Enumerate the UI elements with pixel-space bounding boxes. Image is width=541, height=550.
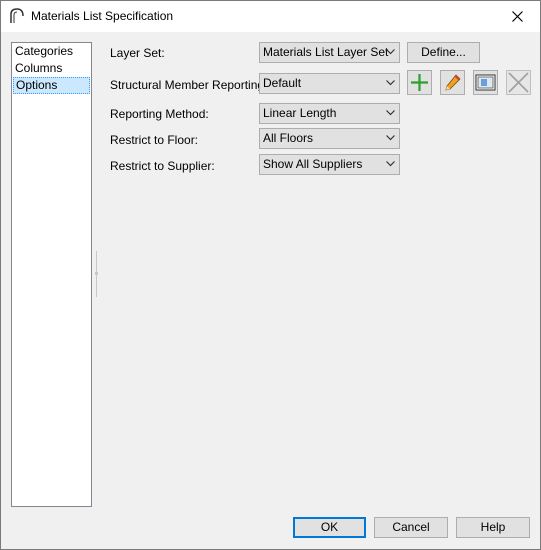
reporting-method-label: Reporting Method: [110,107,209,121]
ok-button[interactable]: OK [293,517,366,538]
chevron-down-icon [386,161,395,167]
title-bar: Materials List Specification [1,1,540,32]
help-button[interactable]: Help [456,517,530,538]
layer-set-label: Layer Set: [110,46,165,60]
chevron-down-icon [386,80,395,86]
structural-member-reporting-label: Structural Member Reporting: [110,78,268,92]
chevron-down-icon [386,135,395,141]
restrict-to-floor-label: Restrict to Floor: [110,133,199,147]
define-button[interactable]: Define... [407,42,480,63]
panel-splitter[interactable] [95,251,98,297]
close-button[interactable] [494,1,540,32]
category-list[interactable]: Categories Columns Options [11,42,92,507]
list-item-columns[interactable]: Columns [12,60,91,77]
copy-button[interactable] [473,70,498,95]
add-icon [411,74,428,91]
layer-set-dropdown[interactable]: Materials List Layer Set [259,42,400,63]
copy-icon [475,74,496,91]
add-button[interactable] [407,70,432,95]
window-title: Materials List Specification [31,9,174,23]
restrict-to-supplier-value: Show All Suppliers [263,157,363,171]
chevron-down-icon [386,49,395,55]
restrict-to-supplier-dropdown[interactable]: Show All Suppliers [259,154,400,175]
delete-button[interactable] [506,70,531,95]
cancel-button[interactable]: Cancel [374,517,448,538]
layer-set-value: Materials List Layer Set [263,45,389,59]
structural-member-reporting-value: Default [263,76,302,90]
dialog-window: Materials List Specification Categories … [0,0,541,550]
chevron-down-icon [386,110,395,116]
structural-member-reporting-dropdown[interactable]: Default [259,73,400,94]
arch-app-icon [10,8,24,23]
splitter-grip [95,272,98,275]
edit-button[interactable] [440,70,465,95]
list-item-options[interactable]: Options [13,77,90,94]
restrict-to-floor-value: All Floors [263,131,314,145]
reporting-method-value: Linear Length [263,106,337,120]
restrict-to-supplier-label: Restrict to Supplier: [110,159,215,173]
restrict-to-floor-dropdown[interactable]: All Floors [259,128,400,149]
close-icon [511,11,523,22]
delete-icon [508,72,529,93]
pencil-icon [445,74,461,91]
list-item-categories[interactable]: Categories [12,43,91,60]
reporting-method-dropdown[interactable]: Linear Length [259,103,400,124]
